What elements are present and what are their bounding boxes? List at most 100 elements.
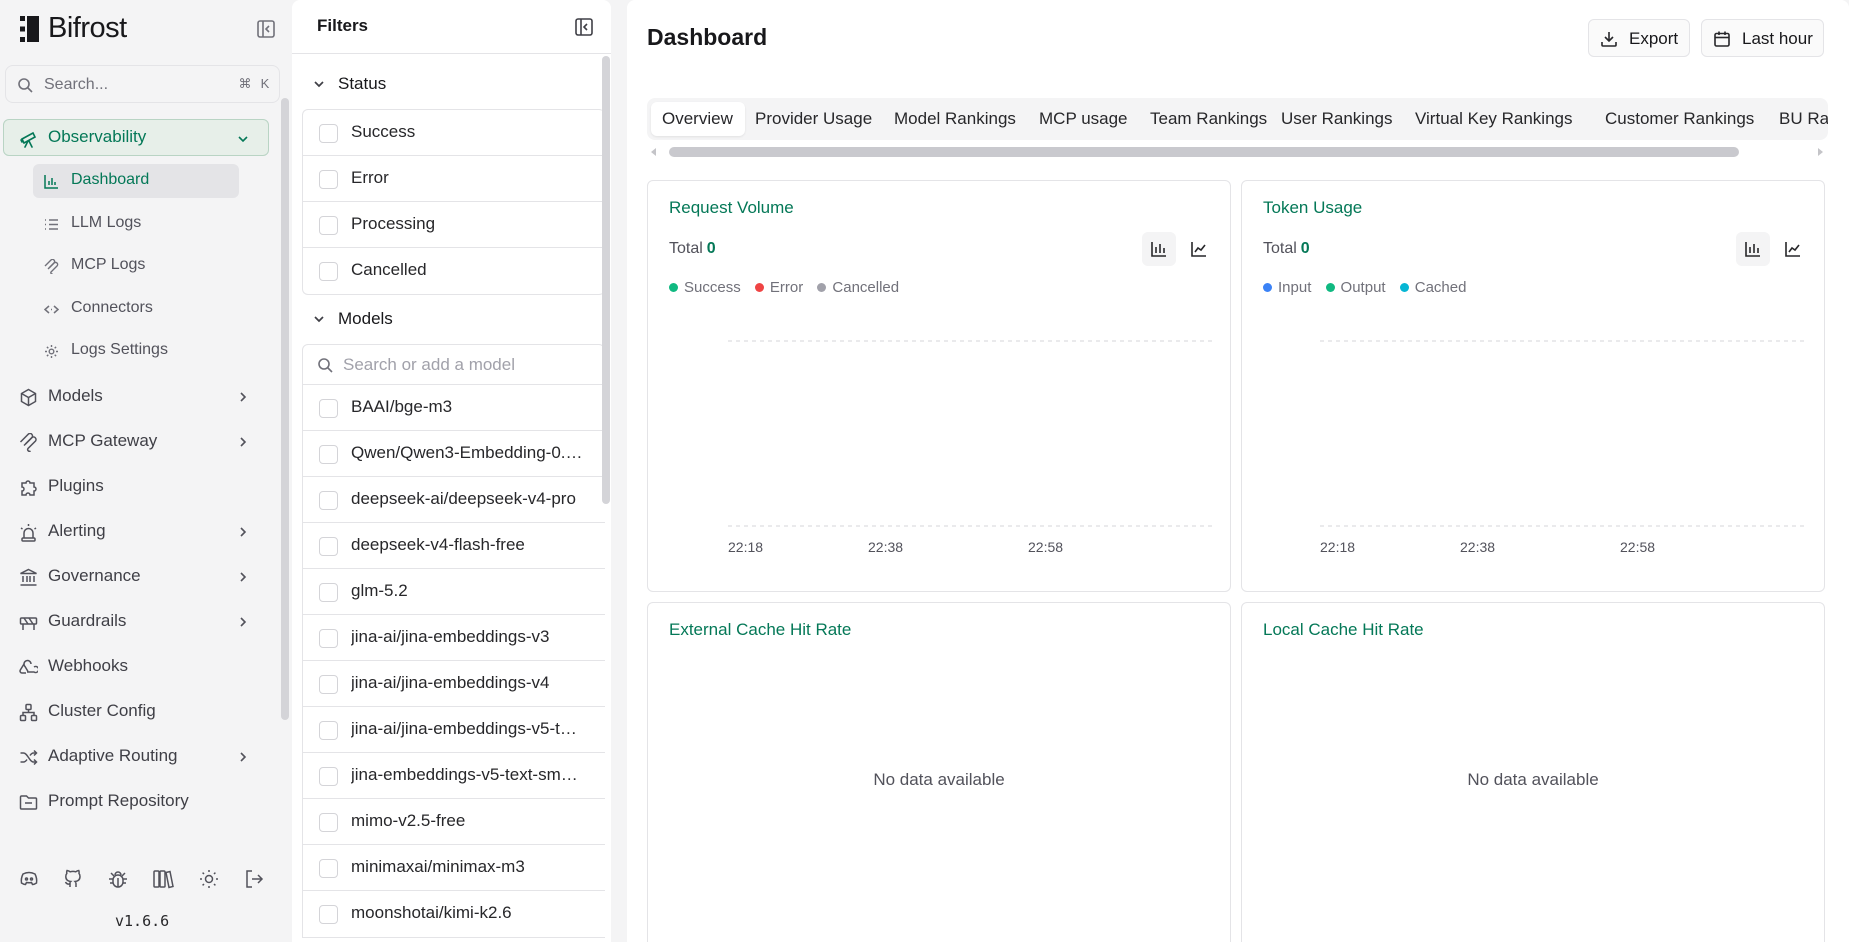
bug-icon[interactable] <box>107 868 129 890</box>
logout-icon[interactable] <box>243 868 265 890</box>
docs-icon[interactable] <box>152 868 174 890</box>
model-option[interactable]: mimo-v2.5-free <box>303 799 605 845</box>
tab-bu-rankings[interactable]: BU Ra <box>1779 102 1828 136</box>
checkbox[interactable] <box>319 170 338 189</box>
tab-model-rankings[interactable]: Model Rankings <box>894 102 1016 136</box>
status-option-processing[interactable]: Processing <box>303 202 605 248</box>
sidebar-item-guardrails[interactable]: Guardrails <box>0 604 270 640</box>
checkbox[interactable] <box>319 859 338 878</box>
request-volume-card: Request Volume Total 0 Success Error Canc… <box>647 180 1231 592</box>
status-option-cancelled[interactable]: Cancelled <box>303 248 605 294</box>
tabs-scrollbar[interactable] <box>647 147 1828 157</box>
token-usage-axis: 22:18 22:38 22:58 <box>1320 525 1807 555</box>
checkbox[interactable] <box>319 721 338 740</box>
tab-team-rankings[interactable]: Team Rankings <box>1150 102 1267 136</box>
model-option[interactable]: glm-5.2 <box>303 569 605 615</box>
model-search-field[interactable] <box>302 344 605 385</box>
tab-provider-usage[interactable]: Provider Usage <box>755 102 872 136</box>
line-chart-toggle[interactable] <box>1776 232 1810 266</box>
sidebar-item-plugins[interactable]: Plugins <box>0 469 270 505</box>
sidebar-search[interactable]: Search... ⌘ K <box>5 65 280 103</box>
checkbox[interactable] <box>319 491 338 510</box>
bar-chart-toggle[interactable] <box>1142 232 1176 266</box>
sidebar-item-governance[interactable]: Governance <box>0 559 270 595</box>
sidebar-item-mcp-logs[interactable]: MCP Logs <box>33 249 239 283</box>
option-label: mimo-v2.5-free <box>351 811 466 830</box>
checkbox[interactable] <box>319 124 338 143</box>
status-option-success[interactable]: Success <box>303 110 605 156</box>
sidebar-item-llm-logs[interactable]: LLM Logs <box>33 207 239 241</box>
scroll-left-arrow-icon[interactable] <box>651 148 656 156</box>
filters-scrollbar[interactable] <box>602 56 610 504</box>
sidebar-item-models[interactable]: Models <box>0 379 270 415</box>
checkbox[interactable] <box>319 767 338 786</box>
checkbox[interactable] <box>319 399 338 418</box>
model-option[interactable]: jina-ai/jina-embeddings-v4 <box>303 661 605 707</box>
x-tick-label: 22:38 <box>1460 539 1495 555</box>
checkbox[interactable] <box>319 262 338 281</box>
export-button[interactable]: Export <box>1588 19 1690 57</box>
checkbox[interactable] <box>319 216 338 235</box>
model-search-input[interactable] <box>343 353 593 377</box>
filters-header: Filters <box>292 0 611 54</box>
export-label: Export <box>1629 29 1679 48</box>
github-icon[interactable] <box>62 868 84 890</box>
status-section-toggle[interactable]: Status <box>312 72 572 96</box>
model-option[interactable]: jina-ai/jina-embeddings-v5-t… <box>303 707 605 753</box>
time-range-button[interactable]: Last hour <box>1701 19 1824 57</box>
model-option[interactable]: moonshotai/kimi-k2.6 <box>303 891 605 937</box>
discord-icon[interactable] <box>18 868 40 890</box>
checkbox[interactable] <box>319 629 338 648</box>
sidebar-item-webhooks[interactable]: Webhooks <box>0 649 270 685</box>
chevron-right-icon <box>240 527 247 537</box>
tab-virtual-key-rankings[interactable]: Virtual Key Rankings <box>1415 102 1573 136</box>
model-option[interactable]: BAAI/bge-m3 <box>303 385 605 431</box>
model-option[interactable]: Qwen/Qwen3-Embedding-0.… <box>303 431 605 477</box>
sidebar-item-dashboard[interactable]: Dashboard <box>33 164 239 198</box>
request-volume-axis: 22:18 22:38 22:58 <box>728 525 1213 555</box>
sidebar-item-prompt-repository[interactable]: Prompt Repository <box>0 784 270 820</box>
sidebar-item-connectors[interactable]: Connectors <box>33 292 239 326</box>
sidebar-item-label: Connectors <box>71 299 153 316</box>
models-section-toggle[interactable]: Models <box>312 307 572 331</box>
tab-overview[interactable]: Overview <box>651 102 745 136</box>
line-chart-icon <box>1191 242 1206 257</box>
checkbox[interactable] <box>319 813 338 832</box>
tabs-scrollbar-thumb[interactable] <box>669 147 1739 157</box>
model-option[interactable]: deepseek-ai/deepseek-v4-pro <box>303 477 605 523</box>
line-chart-icon <box>1785 242 1800 257</box>
tab-user-rankings[interactable]: User Rankings <box>1281 102 1393 136</box>
model-option[interactable]: jina-embeddings-v5-text-sm… <box>303 753 605 799</box>
legend-label: Success <box>684 279 741 296</box>
line-chart-toggle[interactable] <box>1182 232 1216 266</box>
tab-customer-rankings[interactable]: Customer Rankings <box>1605 102 1754 136</box>
sidebar-item-alerting[interactable]: Alerting <box>0 514 270 550</box>
model-options: BAAI/bge-m3 Qwen/Qwen3-Embedding-0.… dee… <box>302 385 605 938</box>
sidebar-item-label: Prompt Repository <box>48 791 189 810</box>
checkbox[interactable] <box>319 445 338 464</box>
sidebar-scrollbar[interactable] <box>281 98 289 720</box>
checkbox[interactable] <box>319 675 338 694</box>
status-option-error[interactable]: Error <box>303 156 605 202</box>
checkbox[interactable] <box>319 583 338 602</box>
checkbox[interactable] <box>319 537 338 556</box>
filters-collapse-icon[interactable] <box>574 17 594 37</box>
tab-mcp-usage[interactable]: MCP usage <box>1039 102 1128 136</box>
model-option[interactable]: deepseek-v4-flash-free <box>303 523 605 569</box>
sidebar-collapse-icon[interactable] <box>256 19 276 39</box>
model-option[interactable]: minimaxai/minimax-m3 <box>303 845 605 891</box>
total-row: Total 0 <box>669 240 716 258</box>
bar-chart-toggle[interactable] <box>1736 232 1770 266</box>
cube-icon <box>20 388 37 407</box>
chevron-right-icon <box>240 392 247 402</box>
sidebar-item-cluster-config[interactable]: Cluster Config <box>0 694 270 730</box>
sidebar-item-logs-settings[interactable]: Logs Settings <box>33 334 239 368</box>
nav-observability[interactable]: Observability <box>3 119 269 156</box>
checkbox[interactable] <box>319 905 338 924</box>
scroll-right-arrow-icon[interactable] <box>1818 148 1823 156</box>
sidebar-item-mcp-gateway[interactable]: MCP Gateway <box>0 424 270 460</box>
sidebar-item-adaptive-routing[interactable]: Adaptive Routing <box>0 739 270 775</box>
model-option[interactable]: jina-ai/jina-embeddings-v3 <box>303 615 605 661</box>
theme-toggle-icon[interactable] <box>198 868 220 890</box>
sidebar-item-label: MCP Logs <box>71 256 146 273</box>
